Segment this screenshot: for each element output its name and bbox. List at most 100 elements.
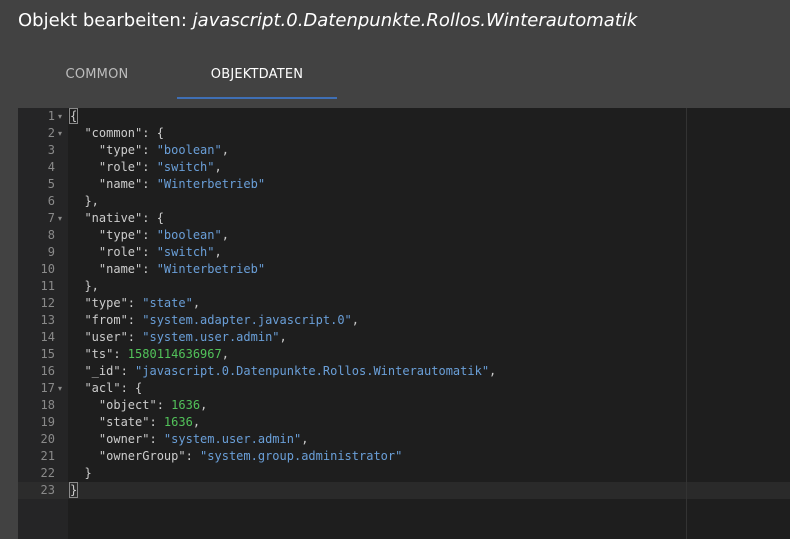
line-number: 14 [40,330,55,344]
line-number: 23 [40,483,55,497]
code-line: "name": "Winterbetrieb" [70,261,265,278]
json-punctuation: "name": [70,262,157,276]
json-string: "system.user.admin" [142,330,280,344]
active-tab-indicator [177,97,337,99]
json-punctuation: "role": [70,160,157,174]
line-number: 6 [47,194,55,208]
json-punctuation: , [221,347,229,361]
json-punctuation: "common": { [70,126,164,140]
json-punctuation: "_id": [70,364,136,378]
json-number: 1636 [163,415,193,429]
json-punctuation: , [279,330,287,344]
json-punctuation: , [214,245,222,259]
json-punctuation: { [68,108,79,124]
code-line: }, [70,193,99,210]
print-margin [686,108,687,539]
line-number: 4 [47,160,55,174]
code-line: "type": "boolean", [70,227,229,244]
code-line: "user": "system.user.admin", [70,329,287,346]
code-line: } [70,465,91,482]
line-number: 2 [47,126,55,140]
json-punctuation: "ownerGroup": [70,449,201,463]
code-line: }, [70,278,99,295]
fold-toggle-icon[interactable]: ▾ [58,125,66,142]
json-punctuation: }, [70,279,99,293]
line-number: 12 [40,296,55,310]
json-punctuation: , [489,364,497,378]
code-line: "ts": 1580114636967, [70,346,229,363]
line-number: 10 [40,262,55,276]
json-string: "state" [142,296,193,310]
json-string: "system.group.administrator" [200,449,403,463]
json-punctuation: "name": [70,177,157,191]
code-line: "_id": "javascript.0.Datenpunkte.Rollos.… [70,363,496,380]
json-code-editor[interactable]: 1 ▾ 2 ▾ 3 4 5 6 7 ▾ 8 9 10 11 12 13 14 15 16 17 ▾ 18 19 20 21 22 2… [18,108,790,539]
json-punctuation: "type": [70,143,157,157]
code-line: { [68,108,79,125]
line-number: 18 [40,398,55,412]
json-punctuation: "object": [70,398,172,412]
code-line: "ownerGroup": "system.group.administrato… [70,448,402,465]
json-punctuation: "from": [70,313,143,327]
fold-toggle-icon[interactable]: ▾ [58,210,66,227]
tab-common[interactable]: COMMON [18,54,176,98]
json-string: "Winterbetrieb" [156,177,266,191]
line-number: 3 [47,143,55,157]
json-punctuation: "ts": [70,347,128,361]
json-punctuation: , [214,160,222,174]
json-string: "switch" [156,245,215,259]
line-number: 22 [40,466,55,480]
code-line: "native": { [70,210,164,227]
dialog-title-object-id: javascript.0.Datenpunkte.Rollos.Winterau… [192,10,638,31]
json-punctuation: , [351,313,359,327]
code-line: "state": 1636, [70,414,200,431]
json-number: 1636 [171,398,201,412]
edit-object-dialog: Objekt bearbeiten: javascript.0.Datenpun… [0,0,790,539]
line-number: 19 [40,415,55,429]
code-line: "type": "state", [70,295,200,312]
json-punctuation: "type": [70,296,143,310]
line-number: 8 [47,228,55,242]
code-line: "from": "system.adapter.javascript.0", [70,312,359,329]
json-string: "boolean" [156,143,222,157]
json-punctuation: "state": [70,415,164,429]
line-number: 7 [47,211,55,225]
json-punctuation: "owner": [70,432,164,446]
fold-toggle-icon[interactable]: ▾ [58,380,66,397]
line-number: 16 [40,364,55,378]
code-line: "role": "switch", [70,244,222,261]
json-string: "javascript.0.Datenpunkte.Rollos.Wintera… [135,364,490,378]
json-string: "boolean" [156,228,222,242]
json-string: "switch" [156,160,215,174]
json-punctuation: , [192,296,201,310]
json-punctuation: } [68,482,79,498]
json-punctuation: , [192,415,201,429]
json-punctuation: , [221,143,229,157]
json-punctuation: "acl": { [70,381,143,395]
line-number-gutter: 1 ▾ 2 ▾ 3 4 5 6 7 ▾ 8 9 10 11 12 13 14 15 16 17 ▾ 18 19 20 21 22 2… [18,108,68,539]
line-number: 5 [47,177,55,191]
code-line: "acl": { [70,380,142,397]
fold-toggle-icon[interactable]: ▾ [58,108,66,125]
json-string: "system.user.admin" [163,432,302,446]
code-line: "common": { [70,125,164,142]
dialog-title-prefix: Objekt bearbeiten: [18,10,187,31]
json-punctuation: , [301,432,309,446]
code-line: "name": "Winterbetrieb" [70,176,265,193]
json-punctuation: , [221,228,229,242]
tab-objektdaten[interactable]: OBJEKTDATEN [177,54,337,98]
json-number: 1580114636967 [127,347,222,361]
json-punctuation: }, [70,194,99,208]
json-string: "system.adapter.javascript.0" [142,313,352,327]
json-punctuation: "role": [70,245,157,259]
code-line: "role": "switch", [70,159,222,176]
json-punctuation: "user": [70,330,143,344]
code-line: "type": "boolean", [70,142,229,159]
json-punctuation: "type": [70,228,157,242]
matched-brace: } [68,482,79,498]
line-number: 20 [40,432,55,446]
code-line: "object": 1636, [70,397,207,414]
json-punctuation: "native": { [70,211,164,225]
line-number: 13 [40,313,55,327]
matched-brace: { [68,108,79,124]
